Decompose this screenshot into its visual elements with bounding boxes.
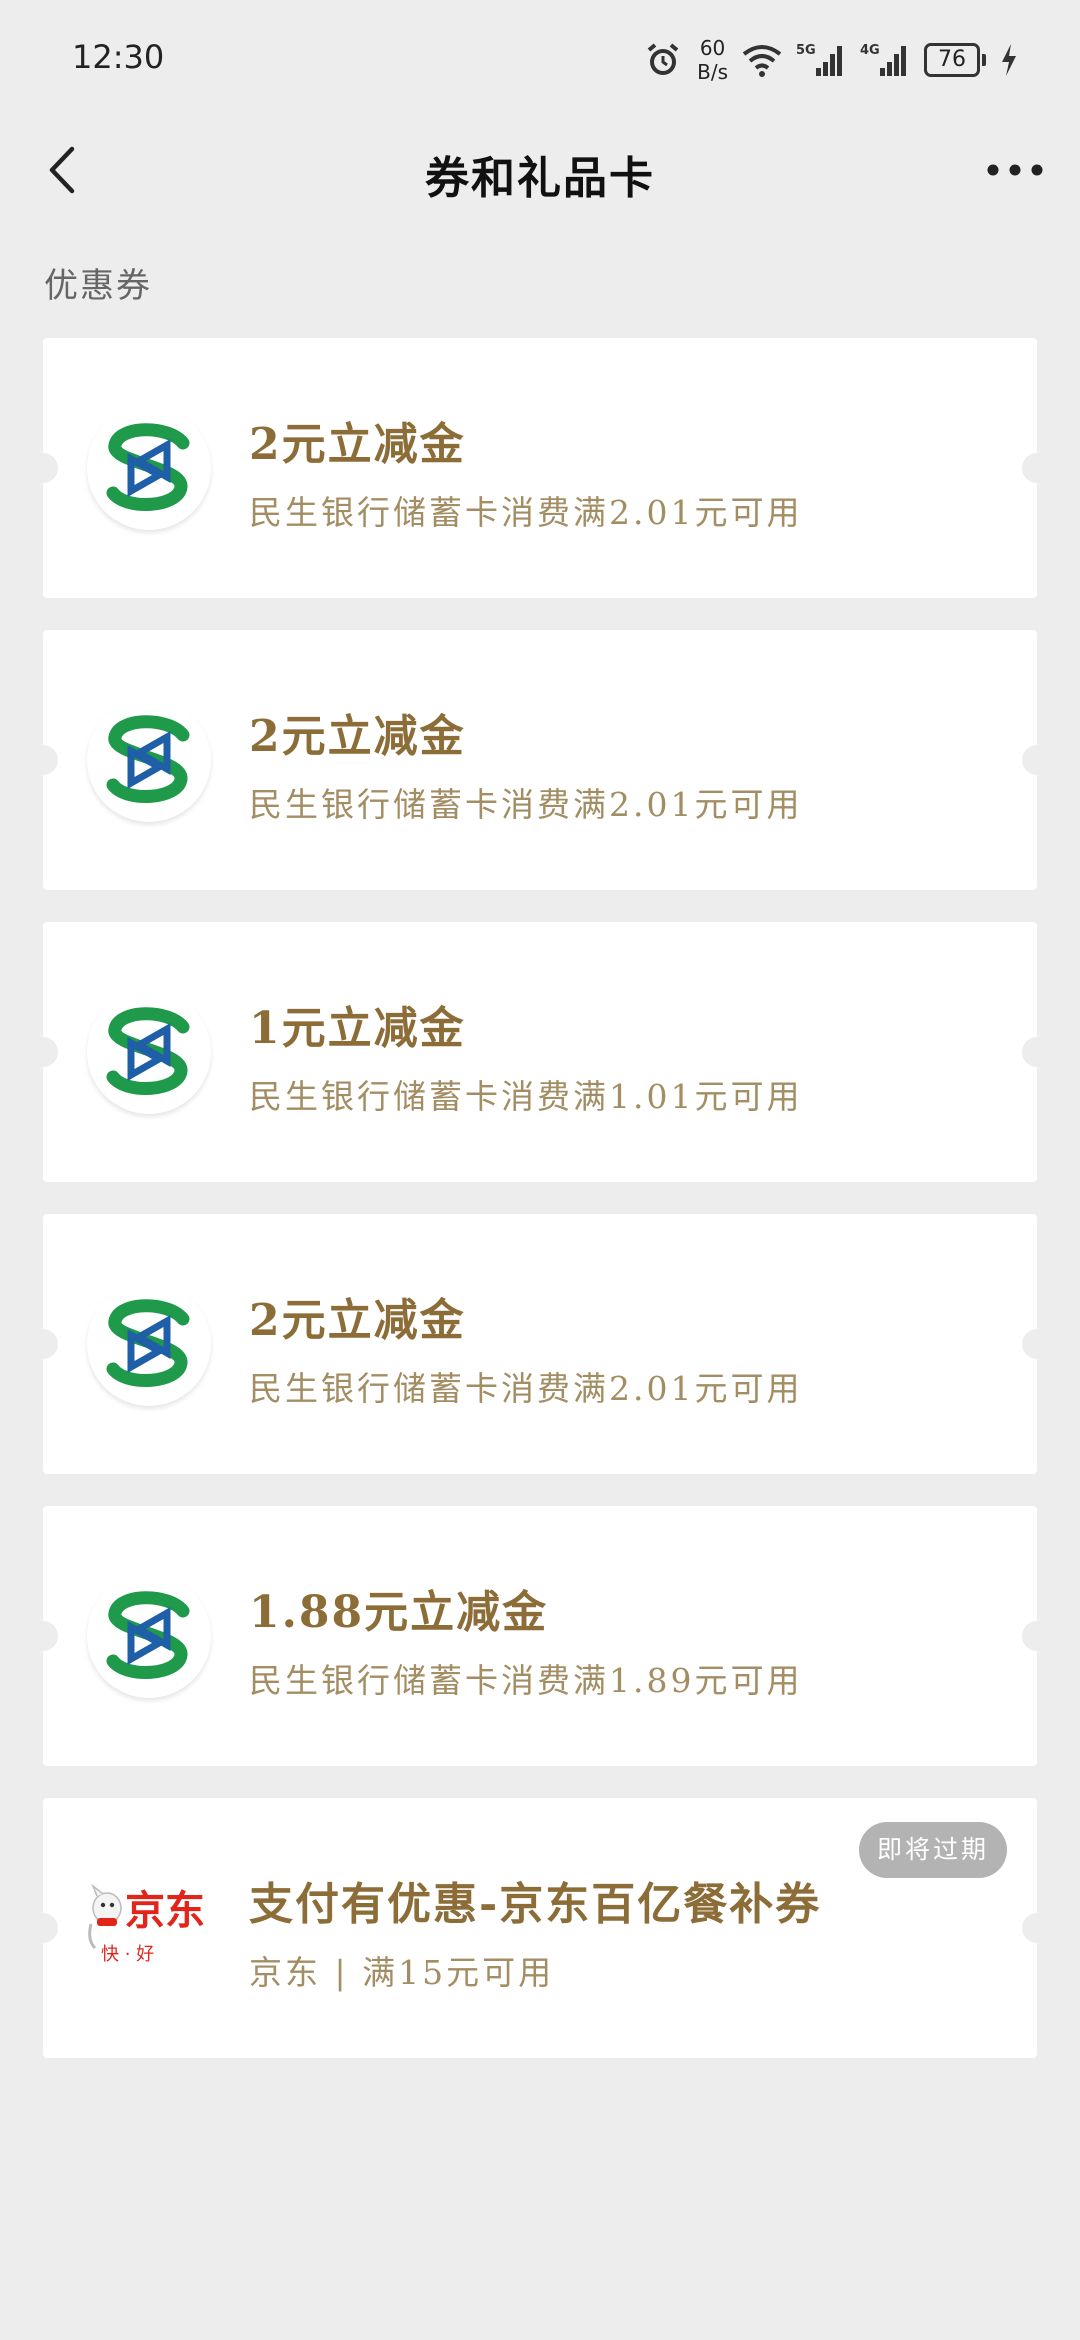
jd-logo-slogan: 快 · 好 — [101, 1944, 154, 1965]
alarm-icon — [647, 43, 679, 75]
card-notch — [1022, 745, 1052, 775]
bank-logo-icon — [106, 1007, 190, 1095]
bank-logo — [87, 698, 211, 822]
coupon-card[interactable]: 1.88元立减金 民生银行储蓄卡消费满1.89元可用 — [28, 1506, 1052, 1766]
wifi-icon — [742, 45, 782, 77]
coupon-card[interactable]: 2元立减金 民生银行储蓄卡消费满2.01元可用 — [28, 630, 1052, 890]
signal-4g-icon: 4G — [860, 43, 906, 76]
net-speed: 60 B/s — [697, 36, 728, 84]
bank-logo — [87, 1282, 211, 1406]
coupon-desc: 民生银行储蓄卡消费满2.01元可用 — [249, 1369, 803, 1408]
battery-tip — [982, 54, 986, 66]
bank-logo-icon — [106, 1299, 190, 1387]
bank-logo — [87, 1574, 211, 1698]
nav-bar: 券和礼品卡 — [0, 120, 1080, 220]
expiring-badge: 即将过期 — [858, 1822, 1007, 1878]
status-bar: 12:30 60 B/s 5G 4G 76 — [0, 0, 1080, 120]
coupon-card-jd[interactable]: 京东 快 · 好 即将过期 支付有优惠-京东百亿餐补券 京东 | 满15元可用 — [28, 1798, 1052, 2058]
battery-indicator: 76 — [924, 43, 986, 77]
jd-logo-text: 京东 — [125, 1888, 205, 1934]
coupon-desc: 民生银行储蓄卡消费满1.01元可用 — [249, 1077, 803, 1116]
card-notch — [28, 1913, 58, 1943]
card-notch — [1022, 1329, 1052, 1359]
coupon-title: 2元立减金 — [249, 711, 466, 762]
coupon-title: 2元立减金 — [249, 1295, 466, 1346]
coupon-card[interactable]: 2元立减金 民生银行储蓄卡消费满2.01元可用 — [28, 338, 1052, 598]
card-notch — [28, 1621, 58, 1651]
svg-text:4G: 4G — [860, 43, 880, 58]
coupon-title: 支付有优惠-京东百亿餐补券 — [249, 1879, 822, 1930]
coupon-desc: 民生银行储蓄卡消费满2.01元可用 — [249, 785, 803, 824]
coupon-title: 2元立减金 — [249, 419, 466, 470]
status-time: 12:30 — [72, 38, 165, 76]
section-label: 优惠券 — [44, 266, 152, 306]
signal-5g-icon: 5G — [796, 43, 842, 76]
coupon-card[interactable]: 1元立减金 民生银行储蓄卡消费满1.01元可用 — [28, 922, 1052, 1182]
card-notch — [28, 1037, 58, 1067]
svg-text:5G: 5G — [796, 43, 816, 58]
bank-logo — [87, 990, 211, 1114]
card-notch — [1022, 453, 1052, 483]
card-notch — [28, 745, 58, 775]
bank-logo-icon — [106, 423, 190, 511]
net-speed-unit: B/s — [697, 60, 728, 84]
bank-logo-icon — [106, 1591, 190, 1679]
status-icons: 60 B/s 5G 4G 76 — [643, 34, 1018, 86]
coupon-desc: 民生银行储蓄卡消费满1.89元可用 — [249, 1661, 803, 1700]
coupon-desc: 民生银行储蓄卡消费满2.01元可用 — [249, 493, 803, 532]
card-notch — [1022, 1037, 1052, 1067]
card-notch — [1022, 1621, 1052, 1651]
jd-logo: 京东 快 · 好 — [83, 1874, 223, 1982]
bank-logo-icon — [106, 715, 190, 803]
card-notch — [28, 1329, 58, 1359]
charging-icon — [1002, 44, 1016, 76]
coupon-title: 1.88元立减金 — [249, 1587, 549, 1638]
bank-logo — [87, 406, 211, 530]
page-title: 券和礼品卡 — [425, 153, 655, 204]
more-button[interactable] — [980, 138, 1050, 202]
card-notch — [1022, 1913, 1052, 1943]
coupon-desc: 京东 | 满15元可用 — [249, 1953, 555, 1992]
net-speed-value: 60 — [699, 36, 726, 60]
coupon-card[interactable]: 2元立减金 民生银行储蓄卡消费满2.01元可用 — [28, 1214, 1052, 1474]
coupon-title: 1元立减金 — [249, 1003, 466, 1054]
jd-logo-icon: 京东 快 · 好 — [88, 1883, 205, 1965]
card-notch — [28, 453, 58, 483]
coupon-list: 2元立减金 民生银行储蓄卡消费满2.01元可用 2元立减金 民生银行储蓄卡消费满… — [28, 338, 1052, 2090]
battery-level: 76 — [924, 43, 980, 77]
more-icon — [987, 164, 1043, 176]
